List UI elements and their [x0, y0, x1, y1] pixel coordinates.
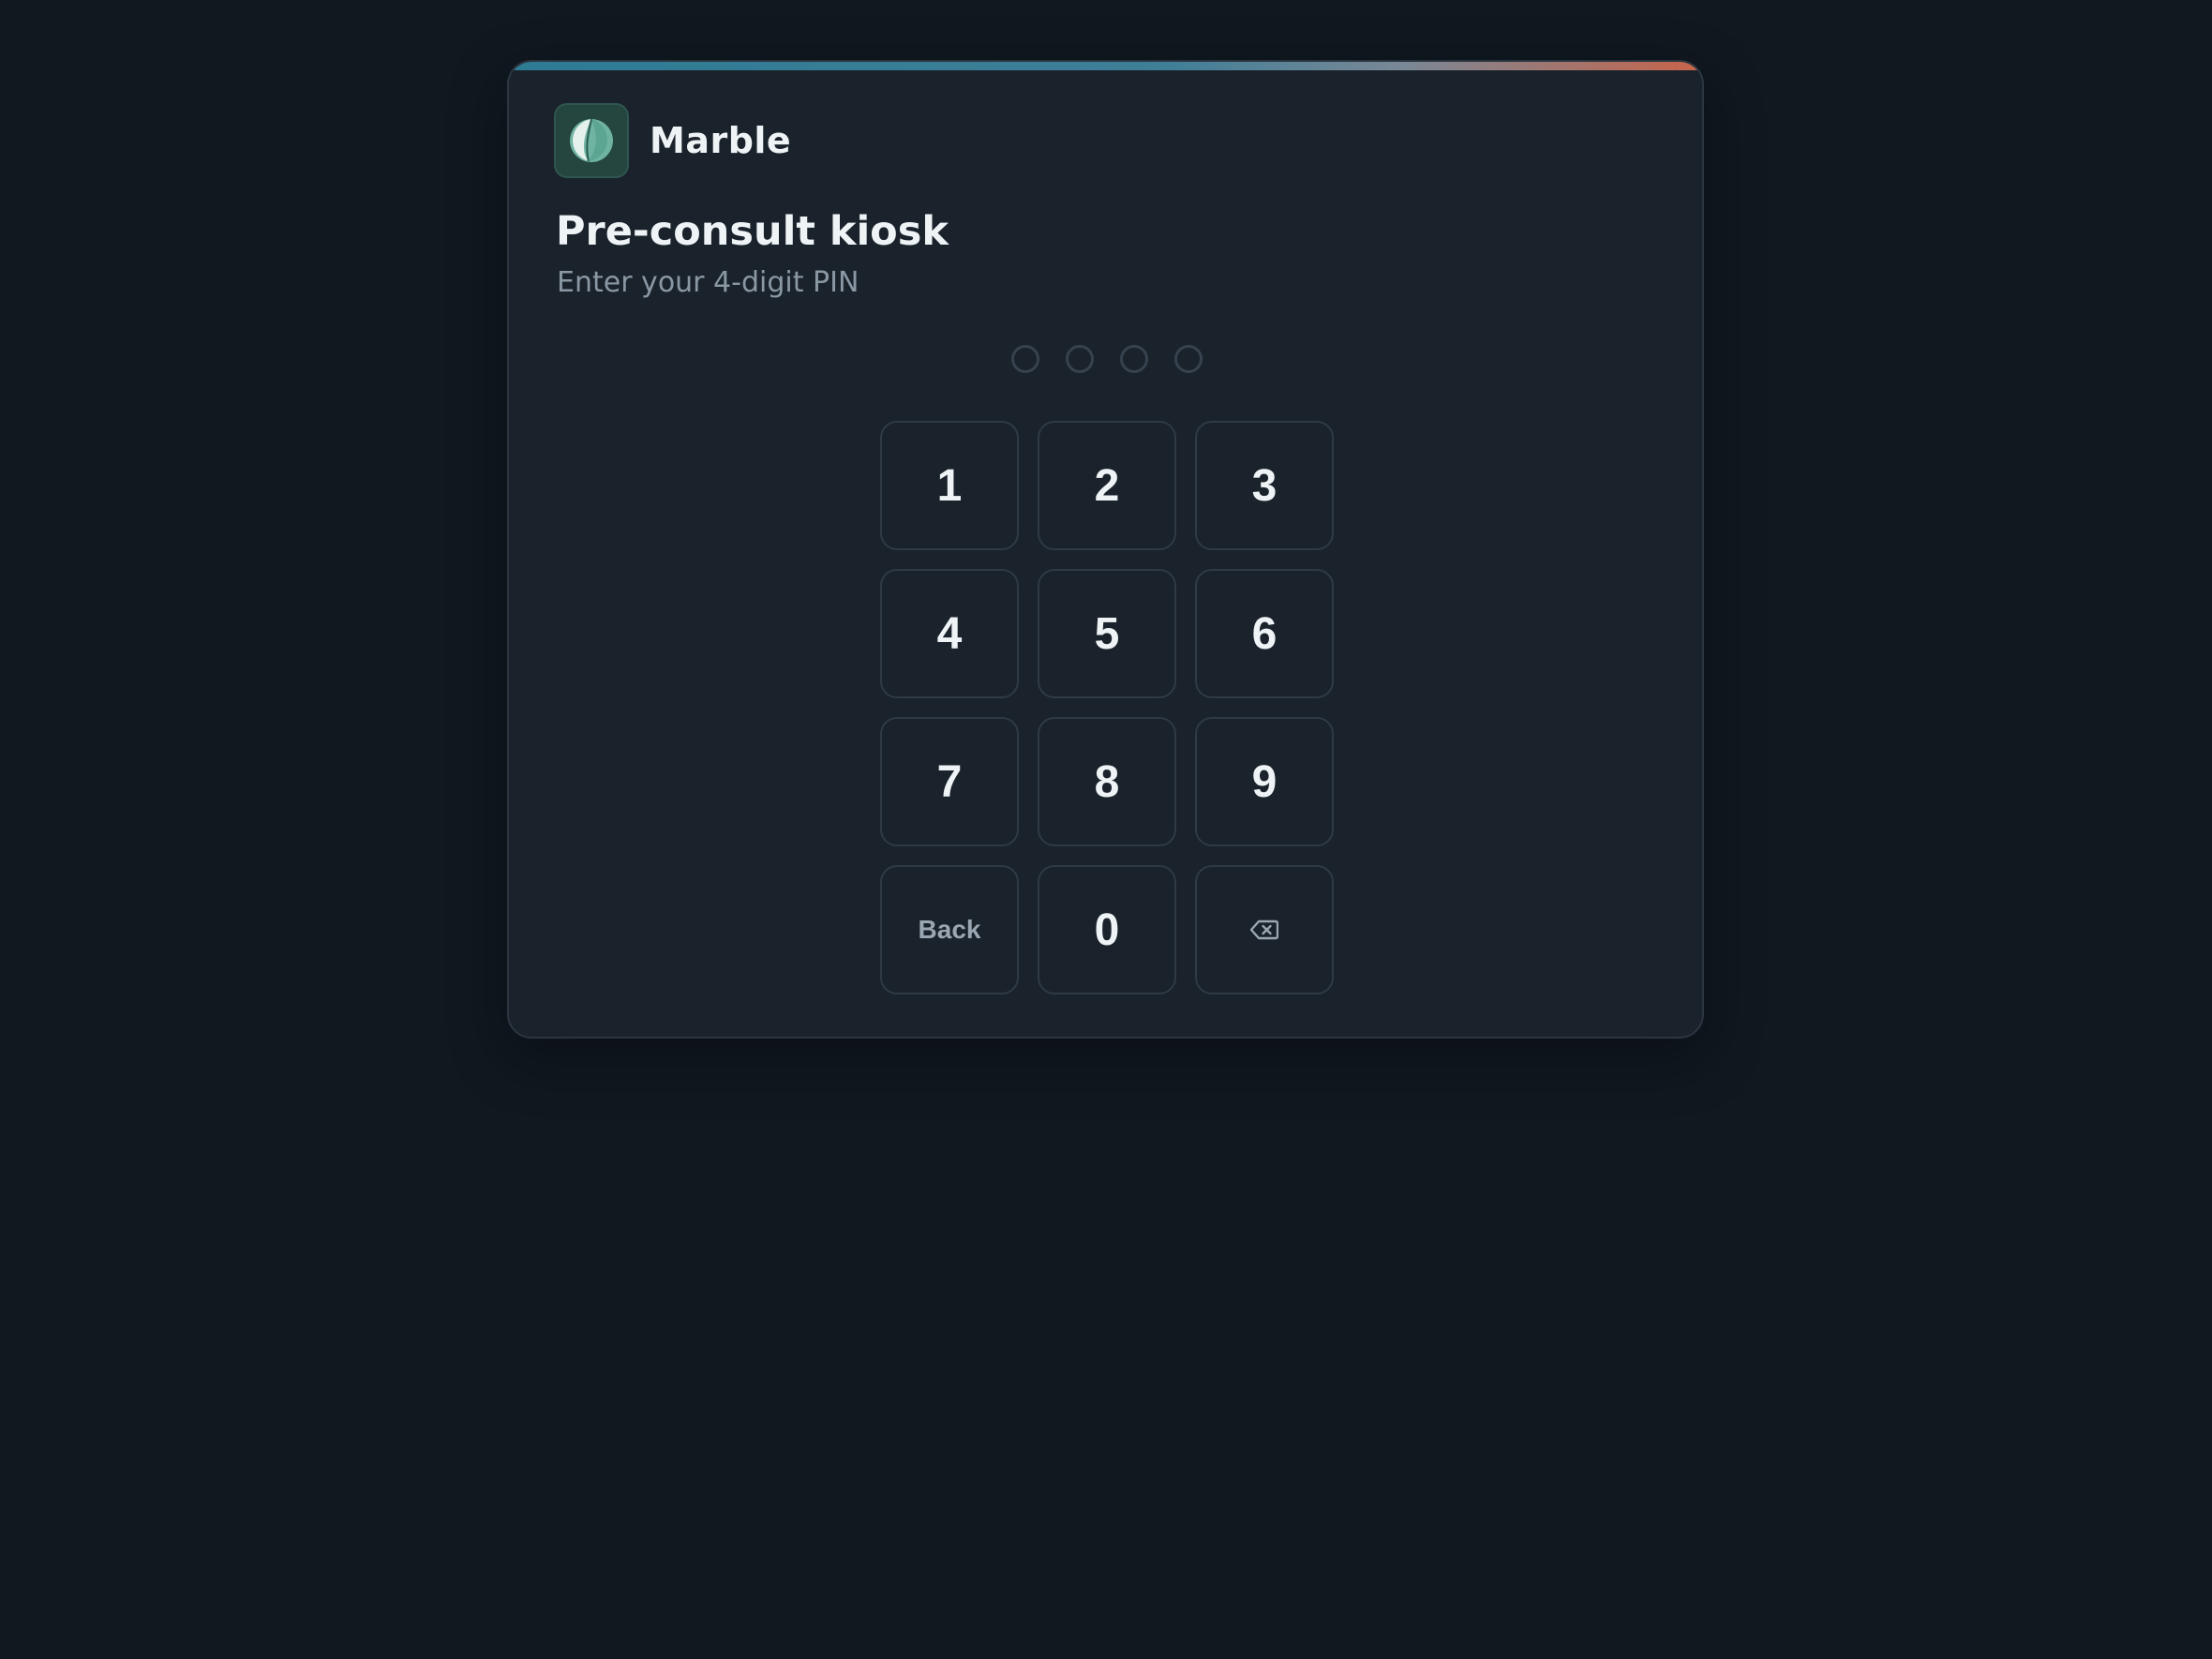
back-button[interactable]: Back	[880, 865, 1019, 994]
key-2[interactable]: 2	[1038, 421, 1176, 550]
key-5[interactable]: 5	[1038, 569, 1176, 698]
key-6[interactable]: 6	[1195, 569, 1334, 698]
key-3[interactable]: 3	[1195, 421, 1334, 550]
pin-dot	[1010, 345, 1039, 373]
marble-logo-icon	[554, 103, 629, 178]
brand-name: Marble	[650, 120, 792, 161]
pin-dot	[1065, 345, 1094, 373]
pin-instructions: Enter your 4-digit PIN	[557, 266, 859, 299]
key-7[interactable]: 7	[880, 717, 1019, 846]
pin-dot	[1173, 345, 1203, 373]
pin-indicator	[509, 345, 1702, 373]
key-8[interactable]: 8	[1038, 717, 1176, 846]
key-1[interactable]: 1	[880, 421, 1019, 550]
backspace-button[interactable]	[1195, 865, 1334, 994]
key-0[interactable]: 0	[1038, 865, 1176, 994]
key-4[interactable]: 4	[880, 569, 1019, 698]
accent-bar	[509, 62, 1702, 70]
backspace-icon	[1250, 919, 1278, 940]
brand: Marble	[554, 103, 791, 178]
page-title: Pre-consult kiosk	[556, 208, 949, 255]
key-9[interactable]: 9	[1195, 717, 1334, 846]
pin-entry-card: Marble Pre-consult kiosk Enter your 4-di…	[507, 60, 1704, 1039]
pin-keypad: 1 2 3 4 5 6 7 8 9 Back 0	[880, 421, 1334, 994]
pin-dot	[1119, 345, 1148, 373]
